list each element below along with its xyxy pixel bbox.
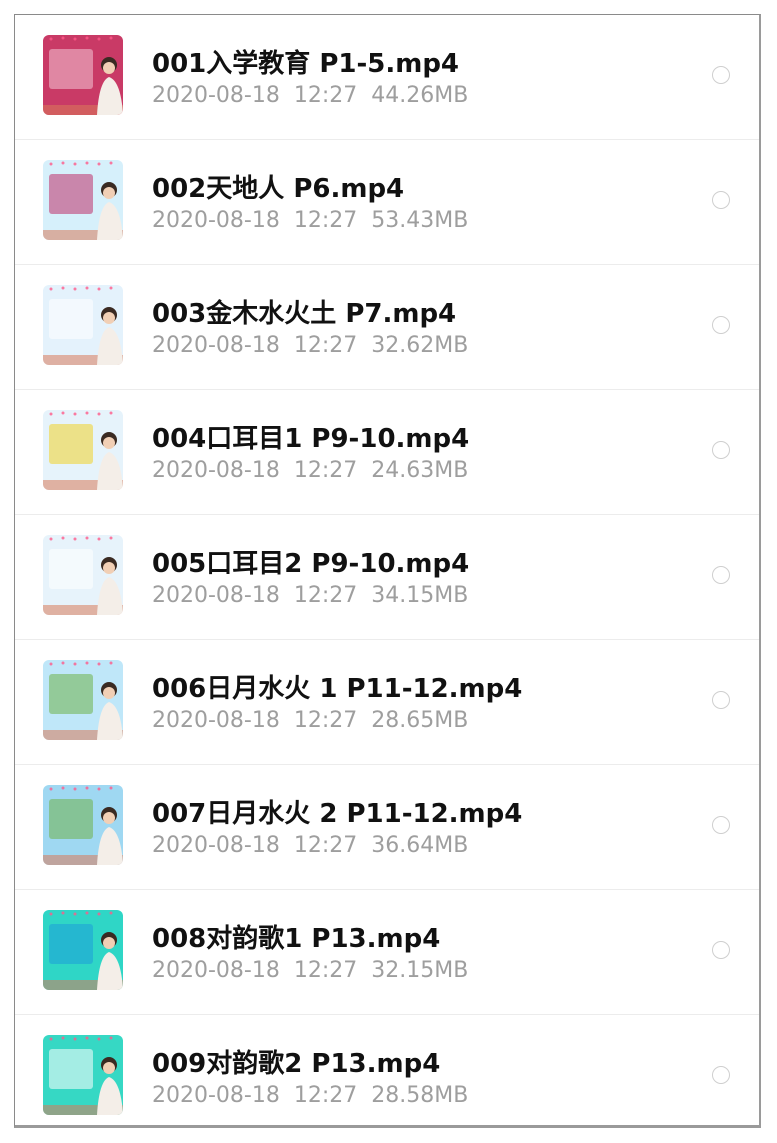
file-meta: 2020-08-18 12:27 24.63MB xyxy=(152,458,482,483)
file-date: 2020-08-18 xyxy=(152,83,280,108)
file-name: 001入学教育 P1-5.mp4 xyxy=(152,49,460,79)
file-name: 002天地人 P6.mp4 xyxy=(152,174,405,204)
file-list-panel: 001入学教育 P1-5.mp4 2020-08-18 12:27 44.26MB 00… xyxy=(14,14,761,1128)
file-date: 2020-08-18 xyxy=(152,458,280,483)
file-size: 34.15MB xyxy=(371,583,469,608)
file-time: 12:27 xyxy=(293,1083,358,1108)
select-radio-button[interactable] xyxy=(712,566,730,584)
file-time: 12:27 xyxy=(293,583,358,608)
file-time: 12:27 xyxy=(293,708,358,733)
video-thumbnail xyxy=(43,785,123,865)
file-row[interactable]: 007日月水火 2 P11-12.mp4 2020-08-18 12:27 36.64… xyxy=(15,765,759,890)
video-file-list: 001入学教育 P1-5.mp4 2020-08-18 12:27 44.26MB 00… xyxy=(15,15,759,1125)
file-name: 005口耳目2 P9-10.mp4 xyxy=(152,549,470,579)
file-name: 004口耳目1 P9-10.mp4 xyxy=(152,424,470,454)
file-time: 12:27 xyxy=(293,833,358,858)
file-date: 2020-08-18 xyxy=(152,1083,280,1108)
file-date: 2020-08-18 xyxy=(152,708,280,733)
file-date: 2020-08-18 xyxy=(152,958,280,983)
file-size: 32.62MB xyxy=(371,333,469,358)
file-row[interactable]: 004口耳目1 P9-10.mp4 2020-08-18 12:27 24.63MB xyxy=(15,390,759,515)
file-name: 007日月水火 2 P11-12.mp4 xyxy=(152,799,523,829)
file-meta: 2020-08-18 12:27 53.43MB xyxy=(152,208,482,233)
select-radio-button[interactable] xyxy=(712,441,730,459)
file-meta: 2020-08-18 12:27 44.26MB xyxy=(152,83,482,108)
video-thumbnail xyxy=(43,1035,123,1115)
file-size: 53.43MB xyxy=(371,208,469,233)
file-size: 44.26MB xyxy=(371,83,469,108)
file-name: 003金木水火土 P7.mp4 xyxy=(152,299,457,329)
file-meta: 2020-08-18 12:27 28.58MB xyxy=(152,1083,482,1108)
file-row[interactable]: 006日月水火 1 P11-12.mp4 2020-08-18 12:27 28.65… xyxy=(15,640,759,765)
file-size: 24.63MB xyxy=(371,458,469,483)
select-radio-button[interactable] xyxy=(712,66,730,84)
select-radio-button[interactable] xyxy=(712,316,730,334)
video-thumbnail xyxy=(43,535,123,615)
video-thumbnail xyxy=(43,910,123,990)
file-meta: 2020-08-18 12:27 36.64MB xyxy=(152,833,482,858)
file-row[interactable]: 009对韵歌2 P13.mp4 2020-08-18 12:27 28.58MB xyxy=(15,1015,759,1125)
file-row[interactable]: 005口耳目2 P9-10.mp4 2020-08-18 12:27 34.15MB xyxy=(15,515,759,640)
file-row[interactable]: 008对韵歌1 P13.mp4 2020-08-18 12:27 32.15MB xyxy=(15,890,759,1015)
file-time: 12:27 xyxy=(293,458,358,483)
file-meta: 2020-08-18 12:27 32.62MB xyxy=(152,333,482,358)
file-meta: 2020-08-18 12:27 32.15MB xyxy=(152,958,482,983)
video-thumbnail xyxy=(43,660,123,740)
file-row[interactable]: 002天地人 P6.mp4 2020-08-18 12:27 53.43MB xyxy=(15,140,759,265)
video-thumbnail xyxy=(43,285,123,365)
file-meta: 2020-08-18 12:27 34.15MB xyxy=(152,583,482,608)
file-size: 28.58MB xyxy=(371,1083,469,1108)
select-radio-button[interactable] xyxy=(712,941,730,959)
file-name: 006日月水火 1 P11-12.mp4 xyxy=(152,674,523,704)
file-name: 009对韵歌2 P13.mp4 xyxy=(152,1049,441,1079)
video-thumbnail xyxy=(43,410,123,490)
select-radio-button[interactable] xyxy=(712,816,730,834)
file-size: 28.65MB xyxy=(371,708,469,733)
video-thumbnail xyxy=(43,160,123,240)
file-time: 12:27 xyxy=(293,83,358,108)
file-size: 36.64MB xyxy=(371,833,469,858)
file-meta: 2020-08-18 12:27 28.65MB xyxy=(152,708,482,733)
file-time: 12:27 xyxy=(293,333,358,358)
video-thumbnail xyxy=(43,35,123,115)
file-date: 2020-08-18 xyxy=(152,208,280,233)
file-row[interactable]: 001入学教育 P1-5.mp4 2020-08-18 12:27 44.26MB xyxy=(15,15,759,140)
select-radio-button[interactable] xyxy=(712,1066,730,1084)
file-name: 008对韵歌1 P13.mp4 xyxy=(152,924,441,954)
file-date: 2020-08-18 xyxy=(152,583,280,608)
file-size: 32.15MB xyxy=(371,958,469,983)
file-time: 12:27 xyxy=(293,958,358,983)
file-date: 2020-08-18 xyxy=(152,333,280,358)
select-radio-button[interactable] xyxy=(712,691,730,709)
select-radio-button[interactable] xyxy=(712,191,730,209)
file-row[interactable]: 003金木水火土 P7.mp4 2020-08-18 12:27 32.62MB xyxy=(15,265,759,390)
file-date: 2020-08-18 xyxy=(152,833,280,858)
file-time: 12:27 xyxy=(293,208,358,233)
